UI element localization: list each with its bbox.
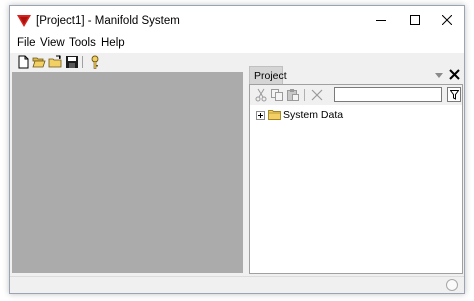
app-window: [Project1] - Manifold System File View T…: [9, 5, 465, 294]
tab-project[interactable]: Project: [249, 66, 287, 84]
menu-bar: File View Tools Help: [10, 35, 464, 53]
delete-icon[interactable]: [310, 88, 324, 102]
title-bar[interactable]: [Project1] - Manifold System: [10, 6, 464, 35]
save-icon[interactable]: [65, 55, 79, 69]
new-file-icon[interactable]: [16, 55, 30, 69]
maximize-icon: [410, 15, 420, 25]
close-icon: [442, 15, 452, 25]
close-button[interactable]: [430, 6, 464, 35]
minimize-icon: [376, 20, 386, 21]
filter-button[interactable]: [447, 87, 461, 102]
map-workspace[interactable]: [12, 72, 243, 273]
project-toolbar: [250, 85, 462, 105]
toolbar-separator: [82, 56, 83, 68]
window-title: [Project1] - Manifold System: [36, 15, 180, 27]
open-project-icon[interactable]: [48, 55, 62, 69]
project-tree-pane: System Data: [249, 84, 463, 274]
panel-dropdown-icon[interactable]: [435, 73, 443, 78]
key-icon[interactable]: [88, 55, 102, 69]
project-search-input[interactable]: [334, 87, 442, 102]
tab-project-label: Project: [254, 70, 287, 82]
maximize-button[interactable]: [398, 6, 432, 35]
menu-help[interactable]: Help: [101, 37, 125, 49]
paste-icon[interactable]: [286, 88, 300, 102]
folder-icon: [268, 110, 281, 120]
tree-item-system-data[interactable]: System Data: [254, 108, 374, 122]
panel-toolbar-separator: [304, 89, 305, 101]
copy-icon[interactable]: [270, 88, 284, 102]
menu-file[interactable]: File: [17, 37, 36, 49]
menu-view[interactable]: View: [40, 37, 65, 49]
cut-icon[interactable]: [254, 88, 268, 102]
status-indicator-icon: [446, 279, 458, 291]
tree-item-label: System Data: [283, 109, 344, 121]
project-panel: Project System Data: [247, 65, 463, 274]
manifold-logo-icon: [17, 15, 31, 27]
menu-tools[interactable]: Tools: [69, 37, 96, 49]
minimize-button[interactable]: [364, 6, 398, 35]
status-bar: [10, 276, 464, 293]
expand-plus-icon[interactable]: [256, 111, 265, 120]
open-folder-icon[interactable]: [32, 55, 46, 69]
panel-close-icon[interactable]: [449, 69, 460, 80]
filter-icon: [450, 90, 459, 100]
